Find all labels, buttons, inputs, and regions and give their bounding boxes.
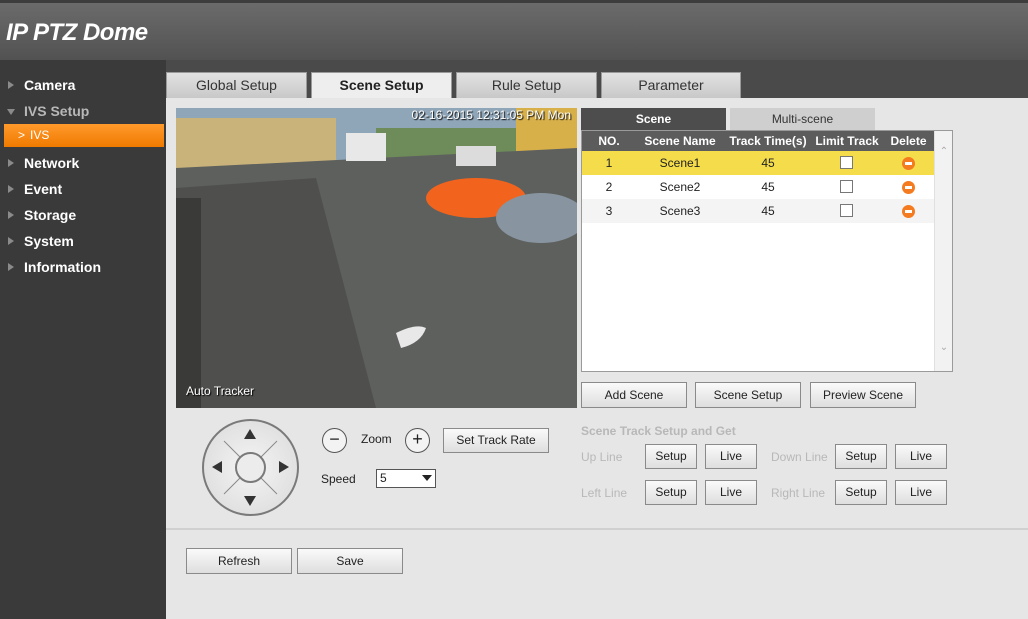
sidebar-item-ivs[interactable]: > IVS <box>4 124 164 147</box>
expanded-arrow-icon <box>7 109 15 115</box>
cell-scene-name: Scene1 <box>659 156 701 170</box>
add-scene-button[interactable]: Add Scene <box>581 382 687 408</box>
table-row[interactable]: 1 Scene1 45 <box>582 151 935 175</box>
right-line-setup-button[interactable]: Setup <box>835 480 887 505</box>
table-scrollbar[interactable]: ⌃ ⌄ <box>934 131 952 371</box>
sidebar-item-camera[interactable]: Camera <box>0 73 166 97</box>
collapsed-arrow-icon <box>8 211 14 219</box>
app-title: IP PTZ Dome <box>6 19 148 46</box>
down-line-setup-button[interactable]: Setup <box>835 444 887 469</box>
limit-track-checkbox[interactable] <box>840 180 853 193</box>
column-header-limit-track: Limit Track <box>815 134 879 148</box>
tab-global-setup[interactable]: Global Setup <box>166 72 307 98</box>
scene-track-title: Scene Track Setup and Get <box>581 424 736 438</box>
down-line-live-button[interactable]: Live <box>895 444 947 469</box>
column-header-delete: Delete <box>890 134 927 148</box>
arrow-right-icon <box>279 461 289 473</box>
cell-scene-name: Scene2 <box>659 180 701 194</box>
collapsed-arrow-icon <box>8 237 14 245</box>
ptz-direction-pad[interactable] <box>202 419 299 516</box>
section-divider <box>166 528 1028 530</box>
left-line-setup-button[interactable]: Setup <box>645 480 697 505</box>
down-line-label: Down Line <box>771 450 828 464</box>
table-header: NO. Scene Name Track Time(s) Limit Track… <box>582 131 935 151</box>
zoom-out-button[interactable]: − <box>322 428 347 453</box>
collapsed-arrow-icon <box>8 185 14 193</box>
cell-track-time: 45 <box>761 156 775 170</box>
cell-no: 3 <box>605 204 613 218</box>
up-line-label: Up Line <box>581 450 623 464</box>
osd-timestamp: 02-16-2015 12:31:05 PM Mon <box>411 108 571 122</box>
collapsed-arrow-icon <box>8 81 14 89</box>
zoom-in-button[interactable]: + <box>405 428 430 453</box>
scroll-down-icon[interactable]: ⌄ <box>939 343 949 353</box>
delete-icon[interactable] <box>902 205 915 218</box>
tab-scene-setup[interactable]: Scene Setup <box>311 72 452 99</box>
sidebar-item-system[interactable]: System <box>0 229 166 253</box>
scene-setup-button[interactable]: Scene Setup <box>695 382 801 408</box>
tab-parameter[interactable]: Parameter <box>601 72 741 98</box>
column-header-no: NO. <box>598 134 620 148</box>
sidebar-item-ivs-setup[interactable]: IVS Setup <box>0 99 166 123</box>
sidebar-item-network[interactable]: Network <box>0 151 166 175</box>
speed-label: Speed <box>321 472 356 486</box>
right-line-live-button[interactable]: Live <box>895 480 947 505</box>
table-row[interactable]: 3 Scene3 45 <box>582 199 935 223</box>
arrow-left-icon <box>212 461 222 473</box>
sidebar-item-information[interactable]: Information <box>0 255 166 279</box>
collapsed-arrow-icon <box>8 263 14 271</box>
limit-track-checkbox[interactable] <box>840 204 853 217</box>
collapsed-arrow-icon <box>8 159 14 167</box>
zoom-label: Zoom <box>361 432 392 446</box>
left-line-label: Left Line <box>581 486 628 500</box>
right-line-label: Right Line <box>771 486 826 500</box>
arrow-down-icon <box>244 496 256 506</box>
osd-mode-label: Auto Tracker <box>186 384 255 398</box>
sidebar-item-event[interactable]: Event <box>0 177 166 201</box>
sidebar-item-storage[interactable]: Storage <box>0 203 166 227</box>
camera-view-image <box>176 108 577 408</box>
scroll-up-icon[interactable]: ⌃ <box>939 147 949 157</box>
app-header: IP PTZ Dome <box>0 0 1028 60</box>
scene-table: NO. Scene Name Track Time(s) Limit Track… <box>581 130 953 372</box>
arrow-up-icon <box>244 429 256 439</box>
live-video[interactable]: 02-16-2015 12:31:05 PM Mon Auto Tracker <box>176 108 577 408</box>
subtab-multi-scene[interactable]: Multi-scene <box>730 108 875 130</box>
refresh-button[interactable]: Refresh <box>186 548 292 574</box>
speed-value: 5 <box>380 471 387 485</box>
table-row[interactable]: 2 Scene2 45 <box>582 175 935 199</box>
subtab-scene[interactable]: Scene <box>581 108 726 130</box>
preview-scene-button[interactable]: Preview Scene <box>810 382 916 408</box>
chevron-right-icon: > <box>18 128 26 142</box>
cell-track-time: 45 <box>761 204 775 218</box>
column-header-track-time: Track Time(s) <box>729 134 807 148</box>
save-button[interactable]: Save <box>297 548 403 574</box>
cell-scene-name: Scene3 <box>659 204 701 218</box>
limit-track-checkbox[interactable] <box>840 156 853 169</box>
left-line-live-button[interactable]: Live <box>705 480 757 505</box>
cell-no: 1 <box>605 156 613 170</box>
cell-track-time: 45 <box>761 180 775 194</box>
speed-select[interactable]: 5 <box>376 469 436 488</box>
set-track-rate-button[interactable]: Set Track Rate <box>443 428 549 453</box>
tab-rule-setup[interactable]: Rule Setup <box>456 72 597 98</box>
chevron-down-icon <box>422 475 432 481</box>
delete-icon[interactable] <box>902 157 915 170</box>
cell-no: 2 <box>605 180 613 194</box>
column-header-scene-name: Scene Name <box>644 134 716 148</box>
up-line-live-button[interactable]: Live <box>705 444 757 469</box>
up-line-setup-button[interactable]: Setup <box>645 444 697 469</box>
ptz-center-button[interactable] <box>235 452 266 483</box>
delete-icon[interactable] <box>902 181 915 194</box>
